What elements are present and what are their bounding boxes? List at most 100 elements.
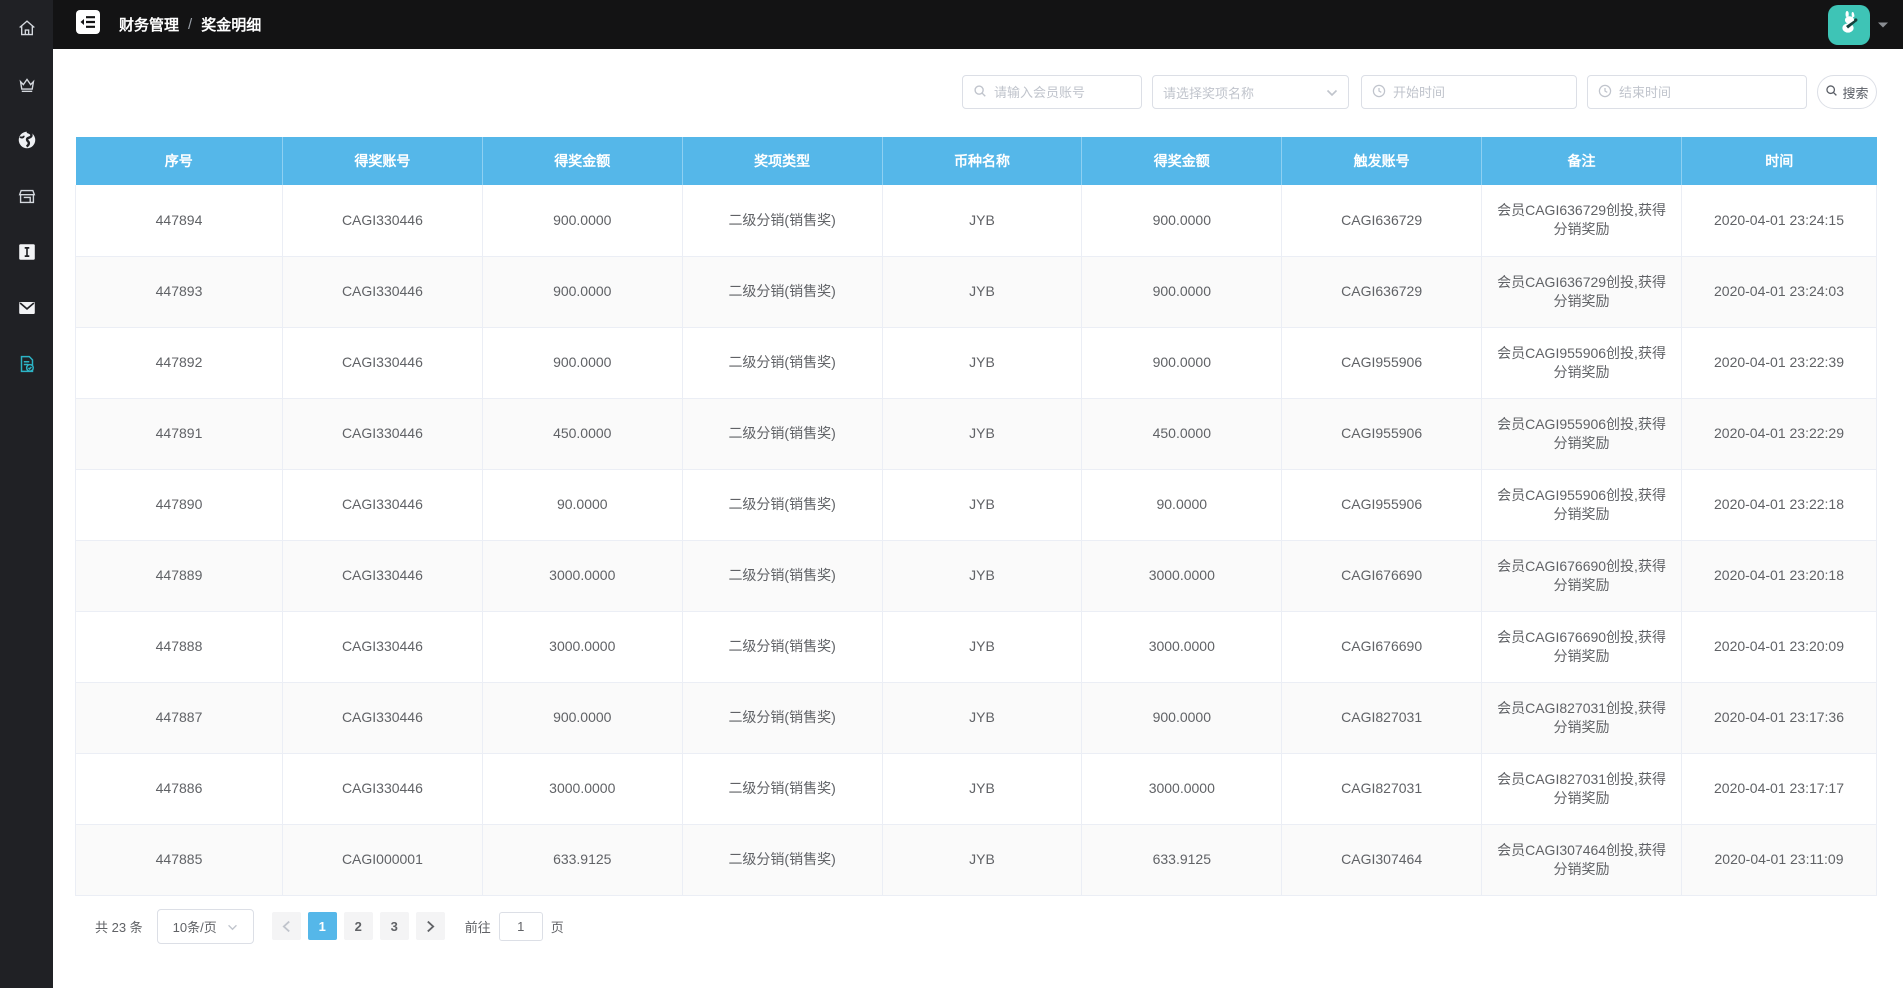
sidebar-item-bonus-detail[interactable]	[0, 336, 53, 392]
table-row: 447886CAGI3304463000.0000二级分销(销售奖)JYB300…	[76, 753, 1877, 824]
table-cell: 会员CAGI955906创投,获得分销奖励	[1482, 327, 1682, 398]
table-cell: 3000.0000	[482, 540, 682, 611]
table-row: 447892CAGI330446900.0000二级分销(销售奖)JYB900.…	[76, 327, 1877, 398]
table-cell: 2020-04-01 23:17:17	[1682, 753, 1877, 824]
table-cell: CAGI955906	[1282, 469, 1482, 540]
next-page-button[interactable]	[416, 912, 445, 940]
table-row: 447893CAGI330446900.0000二级分销(销售奖)JYB900.…	[76, 256, 1877, 327]
column-header-8: 时间	[1682, 137, 1877, 185]
info-badge-icon	[16, 241, 38, 263]
breadcrumb-section[interactable]: 财务管理	[119, 14, 179, 35]
table-cell: JYB	[882, 753, 1082, 824]
award-name-select[interactable]: 请选择奖项名称	[1152, 75, 1349, 109]
table-cell: 447894	[76, 185, 283, 256]
table-cell: CAGI676690	[1282, 611, 1482, 682]
sidebar-item-global[interactable]	[0, 112, 53, 168]
search-icon	[1825, 84, 1838, 100]
table-cell: 447885	[76, 824, 283, 895]
globe-icon	[16, 129, 38, 151]
sidebar-item-mail[interactable]	[0, 280, 53, 336]
table-cell: 会员CAGI827031创投,获得分销奖励	[1482, 753, 1682, 824]
table-cell: CAGI000001	[283, 824, 483, 895]
sidebar-item-info[interactable]	[0, 224, 53, 280]
goto-suffix-label: 页	[551, 917, 564, 936]
search-icon	[973, 84, 987, 101]
table-cell: 二级分销(销售奖)	[682, 611, 882, 682]
breadcrumb-separator: /	[188, 16, 192, 33]
table-cell: 会员CAGI676690创投,获得分销奖励	[1482, 611, 1682, 682]
table-cell: CAGI307464	[1282, 824, 1482, 895]
table-row: 447887CAGI330446900.0000二级分销(销售奖)JYB900.…	[76, 682, 1877, 753]
table-cell: 二级分销(销售奖)	[682, 753, 882, 824]
table-cell: 447887	[76, 682, 283, 753]
end-time-input[interactable]	[1619, 85, 1796, 100]
mail-icon	[16, 297, 38, 319]
table-cell: 900.0000	[1082, 682, 1282, 753]
page-size-select[interactable]: 10条/页	[157, 909, 254, 944]
table-cell: 3000.0000	[482, 611, 682, 682]
sidebar-item-agents[interactable]	[0, 56, 53, 112]
table-cell: 会员CAGI955906创投,获得分销奖励	[1482, 469, 1682, 540]
sidebar-item-shop[interactable]	[0, 168, 53, 224]
table-cell: 3000.0000	[1082, 753, 1282, 824]
bonus-table: 序号得奖账号得奖金额奖项类型币种名称得奖金额触发账号备注时间 447894CAG…	[75, 137, 1877, 896]
search-button[interactable]: 搜索	[1817, 75, 1877, 109]
table-cell: JYB	[882, 824, 1082, 895]
table-cell: 447890	[76, 469, 283, 540]
table-cell: CAGI330446	[283, 398, 483, 469]
table-cell: 450.0000	[482, 398, 682, 469]
table-cell: 447889	[76, 540, 283, 611]
table-cell: 会员CAGI676690创投,获得分销奖励	[1482, 540, 1682, 611]
table-cell: JYB	[882, 540, 1082, 611]
table-cell: 450.0000	[1082, 398, 1282, 469]
table-cell: CAGI330446	[283, 256, 483, 327]
table-cell: 3000.0000	[482, 753, 682, 824]
avatar-dropdown-caret-icon[interactable]	[1877, 21, 1889, 29]
menu-fold-icon	[75, 9, 101, 40]
goto-label: 前往	[465, 917, 491, 936]
table-cell: 二级分销(销售奖)	[682, 256, 882, 327]
table-cell: CAGI636729	[1282, 185, 1482, 256]
page-button-2[interactable]: 2	[344, 912, 373, 940]
user-avatar[interactable]	[1828, 5, 1870, 45]
table-body: 447894CAGI330446900.0000二级分销(销售奖)JYB900.…	[76, 185, 1877, 895]
member-account-input[interactable]	[994, 85, 1131, 100]
table-row: 447890CAGI33044690.0000二级分销(销售奖)JYB90.00…	[76, 469, 1877, 540]
pager: 123	[272, 912, 445, 940]
table-cell: 二级分销(销售奖)	[682, 682, 882, 753]
table-cell: 2020-04-01 23:20:18	[1682, 540, 1877, 611]
start-time-input[interactable]	[1393, 85, 1566, 100]
table-cell: CAGI330446	[283, 185, 483, 256]
table-cell: 90.0000	[1082, 469, 1282, 540]
pagination-bar: 共 23 条 10条/页 123 前往	[95, 909, 1877, 944]
table-cell: CAGI827031	[1282, 682, 1482, 753]
filter-bar: 请选择奖项名称	[75, 75, 1877, 109]
table-row: 447894CAGI330446900.0000二级分销(销售奖)JYB900.…	[76, 185, 1877, 256]
table-cell: 2020-04-01 23:17:36	[1682, 682, 1877, 753]
table-cell: 二级分销(销售奖)	[682, 540, 882, 611]
page-button-3[interactable]: 3	[380, 912, 409, 940]
column-header-4: 币种名称	[882, 137, 1082, 185]
table-cell: JYB	[882, 256, 1082, 327]
prev-page-button[interactable]	[272, 912, 301, 940]
table-cell: 2020-04-01 23:22:18	[1682, 469, 1877, 540]
table-cell: CAGI827031	[1282, 753, 1482, 824]
table-header-row: 序号得奖账号得奖金额奖项类型币种名称得奖金额触发账号备注时间	[76, 137, 1877, 185]
breadcrumb: 财务管理 / 奖金明细	[119, 14, 261, 35]
goto-page-input[interactable]	[499, 912, 543, 941]
sidebar-item-home[interactable]	[0, 0, 53, 56]
column-header-7: 备注	[1482, 137, 1682, 185]
table-cell: JYB	[882, 611, 1082, 682]
table-cell: 447893	[76, 256, 283, 327]
table-cell: 二级分销(销售奖)	[682, 398, 882, 469]
table-row: 447888CAGI3304463000.0000二级分销(销售奖)JYB300…	[76, 611, 1877, 682]
sidebar-fold-button[interactable]	[75, 9, 101, 40]
table-cell: CAGI330446	[283, 327, 483, 398]
table-cell: 2020-04-01 23:22:29	[1682, 398, 1877, 469]
table-cell: JYB	[882, 327, 1082, 398]
table-cell: 900.0000	[482, 327, 682, 398]
page-button-1[interactable]: 1	[308, 912, 337, 940]
table-cell: 二级分销(销售奖)	[682, 469, 882, 540]
total-count-label: 共 23 条	[95, 917, 143, 936]
table-cell: CAGI330446	[283, 469, 483, 540]
